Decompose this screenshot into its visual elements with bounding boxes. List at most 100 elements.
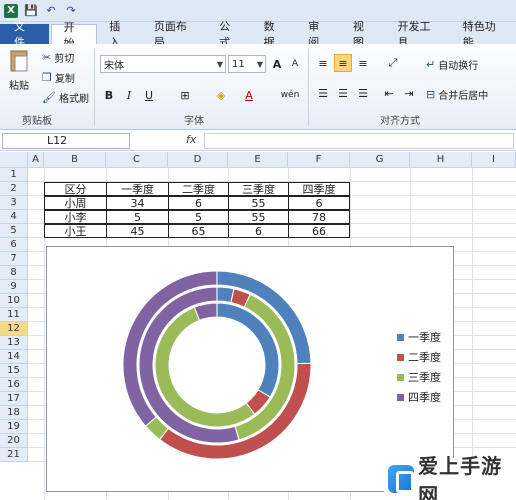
row-header[interactable]: 17 <box>0 392 28 406</box>
doughnut-chart[interactable]: 一季度 二季度 三季度 四季度 <box>46 246 454 492</box>
orientation-icon[interactable]: ⤢ <box>384 54 402 72</box>
table-cell[interactable]: 5 <box>168 210 229 224</box>
name-box[interactable]: L12 <box>2 133 130 149</box>
column-header[interactable]: D <box>168 152 228 168</box>
watermark: 爱上手游网 <box>384 454 516 500</box>
formula-input[interactable] <box>204 133 514 149</box>
copy-button[interactable]: ❐ 复制 <box>42 70 75 85</box>
table-cell[interactable]: 6 <box>228 224 289 238</box>
font-size-value: 11 <box>232 58 245 70</box>
tab-view[interactable]: 视图 <box>341 20 386 49</box>
align-bottom-icon[interactable]: ≡ <box>354 54 372 72</box>
shrink-font-button[interactable]: A <box>286 55 304 73</box>
table-header-cell[interactable]: 区分 <box>44 182 107 196</box>
redo-icon[interactable]: ↷ <box>64 4 78 18</box>
tab-file[interactable]: 文件 <box>0 20 49 49</box>
tab-formulas[interactable]: 公式 <box>207 20 252 49</box>
column-header[interactable]: B <box>44 152 106 168</box>
align-left-icon[interactable]: ☰ <box>314 84 332 102</box>
font-size-select[interactable]: 11 ▼ <box>228 55 266 73</box>
row-header[interactable]: 11 <box>0 308 28 322</box>
row-header[interactable]: 14 <box>0 350 28 364</box>
bold-button[interactable]: B <box>100 86 118 104</box>
fx-icon[interactable]: fx <box>186 133 196 146</box>
table-cell[interactable]: 55 <box>228 210 289 224</box>
tab-home[interactable]: 开始 <box>50 21 98 50</box>
phonetic-button[interactable]: wén <box>278 86 302 104</box>
row-header-selected[interactable]: 12 <box>0 322 28 336</box>
align-center-icon[interactable]: ☰ <box>334 84 352 102</box>
cut-label: 剪切 <box>54 54 75 65</box>
table-cell[interactable]: 34 <box>106 196 169 210</box>
tab-review[interactable]: 审阅 <box>296 20 341 49</box>
merge-center-button[interactable]: ⊟ 合并后居中 <box>426 87 488 102</box>
grow-font-button[interactable]: A <box>268 55 286 73</box>
row-header[interactable]: 5 <box>0 224 28 238</box>
column-header[interactable]: H <box>410 152 472 168</box>
tab-developer[interactable]: 开发工具 <box>386 20 451 49</box>
paste-button[interactable]: 粘贴 <box>8 48 30 92</box>
row-header[interactable]: 6 <box>0 238 28 252</box>
undo-icon[interactable]: ↶ <box>44 4 58 18</box>
row-header[interactable]: 10 <box>0 294 28 308</box>
decrease-indent-icon[interactable]: ⇤ <box>380 84 398 102</box>
increase-indent-icon[interactable]: ⇥ <box>400 84 418 102</box>
row-header[interactable]: 1 <box>0 168 28 182</box>
legend-item: 一季度 <box>397 327 441 347</box>
align-right-icon[interactable]: ☰ <box>354 84 372 102</box>
column-header[interactable]: C <box>106 152 168 168</box>
tab-page-layout[interactable]: 页面布局 <box>142 20 207 49</box>
align-middle-icon[interactable]: ≡ <box>334 54 352 72</box>
fill-color-icon[interactable]: ◈ <box>212 86 230 104</box>
row-header[interactable]: 9 <box>0 280 28 294</box>
table-cell[interactable]: 小李 <box>44 210 107 224</box>
column-header[interactable]: I <box>472 152 516 168</box>
italic-button[interactable]: I <box>120 86 138 104</box>
row-header[interactable]: 13 <box>0 336 28 350</box>
select-all-corner[interactable] <box>0 152 28 168</box>
format-painter-button[interactable]: 🖌 格式刷 <box>42 90 89 105</box>
row-header[interactable]: 16 <box>0 378 28 392</box>
table-cell[interactable]: 6 <box>168 196 229 210</box>
row-header[interactable]: 18 <box>0 406 28 420</box>
borders-icon[interactable]: ⊞ <box>176 86 194 104</box>
table-cell[interactable]: 6 <box>288 196 350 210</box>
table-header-cell[interactable]: 四季度 <box>288 182 350 196</box>
clipboard-group-label: 剪贴板 <box>22 116 52 127</box>
tab-special[interactable]: 特色功能 <box>451 20 516 49</box>
table-header-cell[interactable]: 三季度 <box>228 182 289 196</box>
excel-app-icon[interactable]: X <box>4 3 18 18</box>
column-header[interactable]: A <box>28 152 44 168</box>
row-header[interactable]: 21 <box>0 448 28 462</box>
table-cell[interactable]: 45 <box>106 224 169 238</box>
column-header[interactable]: F <box>288 152 350 168</box>
cut-button[interactable]: ✂ 剪切 <box>42 50 74 65</box>
wrap-text-button[interactable]: ↵ 自动换行 <box>426 57 478 72</box>
row-header[interactable]: 19 <box>0 420 28 434</box>
table-cell[interactable]: 小王 <box>44 224 107 238</box>
table-cell[interactable]: 55 <box>228 196 289 210</box>
table-header-cell[interactable]: 二季度 <box>168 182 229 196</box>
save-icon[interactable]: 💾 <box>24 4 38 18</box>
table-cell[interactable]: 65 <box>168 224 229 238</box>
row-header[interactable]: 2 <box>0 182 28 196</box>
underline-button[interactable]: U <box>140 86 158 104</box>
row-header[interactable]: 20 <box>0 434 28 448</box>
tab-data[interactable]: 数据 <box>252 20 297 49</box>
column-header[interactable]: E <box>228 152 288 168</box>
tab-insert[interactable]: 插入 <box>97 20 142 49</box>
table-header-cell[interactable]: 一季度 <box>106 182 169 196</box>
align-top-icon[interactable]: ≡ <box>314 54 332 72</box>
column-header[interactable]: G <box>350 152 410 168</box>
row-header[interactable]: 7 <box>0 252 28 266</box>
row-header[interactable]: 3 <box>0 196 28 210</box>
row-header[interactable]: 4 <box>0 210 28 224</box>
font-color-button[interactable]: A <box>240 86 258 104</box>
row-header[interactable]: 8 <box>0 266 28 280</box>
table-cell[interactable]: 66 <box>288 224 350 238</box>
font-name-select[interactable]: 宋体 ▼ <box>100 55 226 73</box>
table-cell[interactable]: 5 <box>106 210 169 224</box>
table-cell[interactable]: 78 <box>288 210 350 224</box>
table-cell[interactable]: 小周 <box>44 196 107 210</box>
row-header[interactable]: 15 <box>0 364 28 378</box>
